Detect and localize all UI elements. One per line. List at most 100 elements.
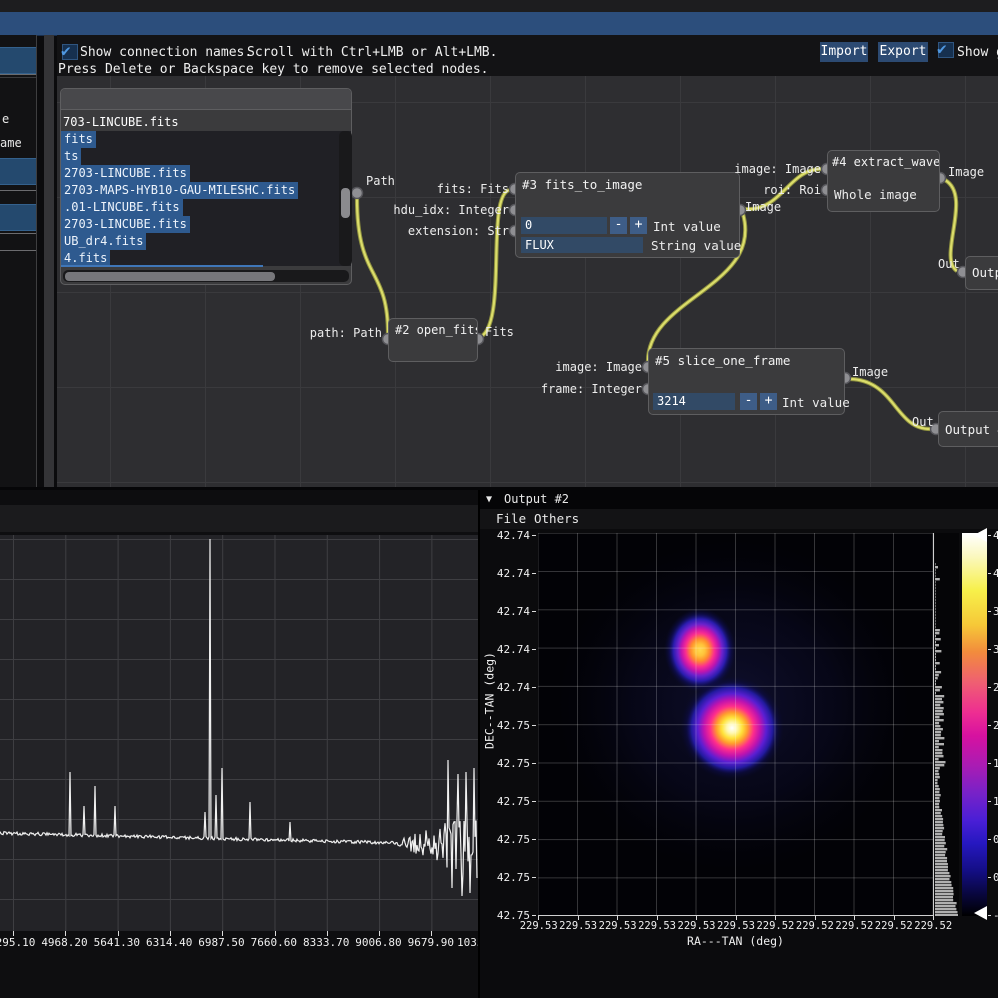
port-label-fits-in: fits: Fits bbox=[399, 182, 509, 196]
divider bbox=[0, 250, 36, 251]
node-title: Output # bbox=[939, 412, 998, 447]
file-list-item[interactable]: .01-LINCUBE.fits bbox=[61, 199, 351, 216]
file-list-item[interactable]: UB_dr4.fits bbox=[61, 233, 351, 250]
decrement-button[interactable]: - bbox=[610, 217, 627, 234]
sidebar-splitter[interactable] bbox=[44, 35, 54, 487]
horizontal-scrollbar-thumb[interactable] bbox=[65, 272, 275, 281]
panel-divider[interactable] bbox=[478, 490, 480, 998]
vertical-scrollbar[interactable] bbox=[339, 131, 352, 266]
x-tick-label: 229.53 bbox=[677, 920, 716, 932]
colorbar-min-slider-arrow-icon[interactable] bbox=[974, 906, 987, 920]
colorbar-tick-label: 3. bbox=[988, 605, 998, 617]
tick-mark bbox=[988, 915, 991, 916]
port-label-roi-in: roi: Roi bbox=[711, 183, 821, 197]
file-list-node[interactable]: 703-LINCUBE.fits fitsts2703-LINCUBE.fits… bbox=[60, 88, 352, 285]
tick-mark bbox=[988, 535, 991, 536]
node-title: Outp bbox=[966, 257, 998, 288]
decrement-button[interactable]: - bbox=[740, 393, 757, 410]
x-tick-label: 229.52 bbox=[756, 920, 795, 932]
selected-file-label: 703-LINCUBE.fits bbox=[63, 115, 179, 129]
tick-mark bbox=[988, 877, 991, 878]
spectrum-output-panel: 4295.104968.205641.306314.406987.507660.… bbox=[0, 490, 478, 998]
sidebar-button[interactable] bbox=[0, 204, 36, 231]
spectrum-x-tick-labels: 4295.104968.205641.306314.406987.507660.… bbox=[0, 936, 478, 949]
check-icon: ✔ bbox=[937, 39, 947, 58]
sky-image-plot[interactable] bbox=[538, 533, 933, 916]
check-icon: ✔ bbox=[61, 41, 71, 60]
output-2-panel: ▼ Output #2 File Others DEC--TAN (deg) 4… bbox=[480, 490, 998, 998]
divider bbox=[0, 233, 36, 234]
tick-mark bbox=[988, 801, 991, 802]
tick-mark bbox=[988, 839, 991, 840]
x-tick-label: 4968.20 bbox=[38, 936, 90, 949]
file-list-item[interactable]: 2703-LINCUBE.fits bbox=[61, 216, 351, 233]
x-tick-label: 10353.00 bbox=[457, 936, 478, 949]
import-button[interactable]: Import bbox=[820, 42, 868, 62]
file-list-node-titlebar[interactable] bbox=[61, 89, 351, 110]
spectrum-plot[interactable] bbox=[0, 535, 478, 931]
file-list-item[interactable]: 4.fits bbox=[61, 250, 351, 266]
file-list-item[interactable]: ts bbox=[61, 148, 351, 165]
port-label-image-out: Image bbox=[745, 200, 781, 214]
window-title-bar[interactable] bbox=[0, 12, 998, 36]
whole-image-label: Whole image bbox=[834, 187, 917, 202]
selection-underline bbox=[61, 265, 263, 267]
plot-right-border bbox=[933, 533, 934, 916]
file-list-item[interactable]: 2703-MAPS-HYB10-GAU-MILESHC.fits bbox=[61, 182, 351, 199]
delete-hint-label: Press Delete or Backspace key to remove … bbox=[58, 62, 488, 77]
collapse-arrow-icon[interactable]: ▼ bbox=[486, 490, 492, 509]
hdu-index-field[interactable]: 0 bbox=[521, 217, 607, 234]
sidebar-label-fragment: ame bbox=[0, 136, 22, 150]
node-open-fits[interactable]: #2 open_fits bbox=[388, 318, 478, 362]
string-value-caption: String value bbox=[651, 238, 741, 253]
sidebar-button[interactable] bbox=[0, 158, 36, 185]
colorbar[interactable] bbox=[962, 533, 987, 916]
value-histogram-strip bbox=[935, 533, 959, 916]
frame-number-field[interactable]: 3214 bbox=[653, 393, 735, 410]
tick-mark bbox=[532, 535, 536, 536]
file-list[interactable]: fitsts2703-LINCUBE.fits2703-MAPS-HYB10-G… bbox=[61, 131, 351, 266]
tick-mark bbox=[988, 573, 991, 574]
tick-mark bbox=[532, 915, 536, 916]
colorbar-max-slider-arrow-icon[interactable] bbox=[974, 528, 987, 542]
node-extract-wave[interactable]: #4 extract_wave Whole image bbox=[827, 150, 940, 212]
tick-mark bbox=[988, 763, 991, 764]
tick-mark bbox=[532, 649, 536, 650]
export-button[interactable]: Export bbox=[878, 42, 928, 62]
tick-mark bbox=[988, 649, 991, 650]
file-list-item[interactable]: fits bbox=[61, 131, 351, 148]
horizontal-scrollbar[interactable] bbox=[63, 270, 349, 282]
top-strip bbox=[0, 0, 998, 12]
node-title: #2 open_fits bbox=[389, 319, 477, 341]
menu-file[interactable]: File bbox=[496, 509, 526, 529]
output-2-menubar: File Others bbox=[480, 509, 998, 529]
extension-field[interactable]: FLUX bbox=[521, 237, 643, 253]
x-tick-label: 9679.90 bbox=[405, 936, 457, 949]
colorbar-tick-label: 1. bbox=[988, 758, 998, 770]
port-label-hdu-in: hdu_idx: Integer bbox=[379, 203, 509, 217]
node-output-1[interactable]: Outp bbox=[965, 256, 998, 290]
node-slice-one-frame[interactable]: #5 slice_one_frame 3214 - + Int value bbox=[648, 348, 845, 415]
image-grid-overlay bbox=[538, 533, 933, 916]
node-title: #5 slice_one_frame bbox=[649, 349, 844, 372]
x-tick-label: 7660.60 bbox=[248, 936, 300, 949]
increment-button[interactable]: + bbox=[630, 217, 647, 234]
show-connection-names-checkbox[interactable]: ✔ bbox=[62, 44, 78, 60]
colorbar-tick-label: 3. bbox=[988, 643, 998, 655]
sidebar-button[interactable] bbox=[0, 47, 36, 74]
scroll-hint-label: Scroll with Ctrl+LMB or Alt+LMB. bbox=[247, 45, 497, 60]
node-fits-to-image[interactable]: #3 fits_to_image 0 - + Int value FLUX St… bbox=[515, 172, 740, 258]
sidebar-label-fragment: e bbox=[2, 112, 9, 126]
show-grid-checkbox[interactable]: ✔ bbox=[938, 42, 954, 58]
file-list-item[interactable]: 2703-LINCUBE.fits bbox=[61, 165, 351, 182]
node-output-2[interactable]: Output # bbox=[938, 411, 998, 447]
colorbar-tick-label: 0. bbox=[988, 872, 998, 884]
x-tick-label: 229.53 bbox=[637, 920, 676, 932]
colorbar-tick-label: 4. bbox=[988, 567, 998, 579]
port-label-image-in: image: Image bbox=[711, 162, 821, 176]
menu-others[interactable]: Others bbox=[534, 509, 579, 529]
node-editor-canvas[interactable]: 703-LINCUBE.fits fitsts2703-LINCUBE.fits… bbox=[57, 76, 998, 487]
increment-button[interactable]: + bbox=[760, 393, 777, 410]
output-2-header[interactable]: ▼ Output #2 bbox=[480, 490, 998, 509]
vertical-scrollbar-thumb[interactable] bbox=[341, 188, 350, 218]
